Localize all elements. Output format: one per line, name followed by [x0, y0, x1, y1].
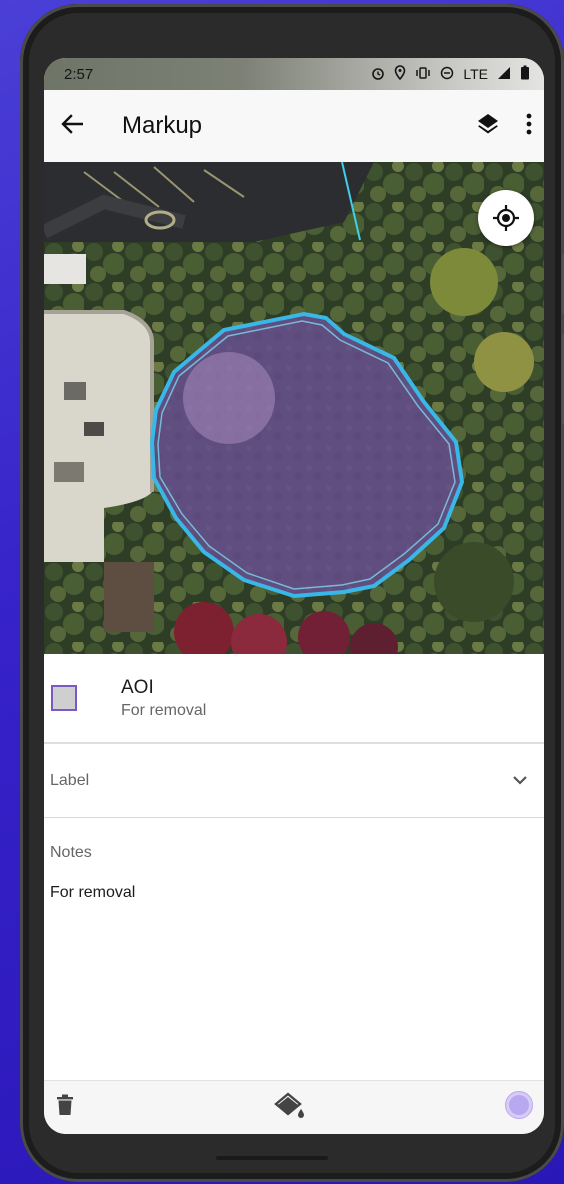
delete-button[interactable]: [56, 1094, 74, 1121]
fill-style-button[interactable]: [272, 1090, 306, 1125]
notes-label: Notes: [50, 844, 92, 861]
do-not-disturb-icon: [440, 66, 454, 83]
notes-input[interactable]: For removal: [50, 884, 538, 902]
satellite-imagery: [44, 162, 544, 654]
map-view[interactable]: [44, 162, 544, 654]
screen: 2:57 LTE Markup AOI For removal Label No…: [44, 58, 544, 1134]
locate-button[interactable]: [478, 190, 534, 246]
network-type: LTE: [463, 66, 488, 82]
app-bar-actions: [476, 112, 532, 141]
feature-name: AOI: [121, 676, 154, 698]
layers-button[interactable]: [476, 112, 500, 141]
more-vert-icon: [526, 113, 532, 134]
vibrate-icon: [415, 66, 431, 83]
status-time: 2:57: [64, 65, 94, 83]
layers-icon: [478, 113, 498, 133]
locate-icon: [493, 205, 519, 231]
feature-header[interactable]: AOI For removal: [44, 654, 544, 744]
color-picker-button[interactable]: [504, 1090, 534, 1125]
status-bar: 2:57 LTE: [44, 58, 544, 90]
page-title: Markup: [122, 112, 203, 139]
battery-icon: [520, 65, 530, 83]
alarm-icon: [371, 66, 385, 83]
notes-section[interactable]: Notes For removal: [44, 818, 544, 1080]
back-arrow-icon: [61, 113, 84, 139]
back-button[interactable]: [50, 104, 94, 148]
feature-subtitle: For removal: [121, 701, 207, 719]
paint-bucket-icon: [274, 1092, 304, 1118]
feature-text: AOI For removal: [121, 677, 206, 720]
bottom-toolbar: [44, 1080, 544, 1134]
trash-icon: [57, 1094, 73, 1115]
home-indicator[interactable]: [216, 1156, 328, 1160]
chevron-down-icon: [512, 772, 528, 790]
color-dot-icon: [505, 1091, 533, 1119]
label-field-text: Label: [50, 771, 90, 789]
label-dropdown[interactable]: Label: [44, 744, 544, 818]
feature-symbol-swatch[interactable]: [51, 685, 77, 711]
more-options-button[interactable]: [526, 113, 532, 140]
status-icons: LTE: [371, 65, 530, 83]
signal-icon: [497, 66, 511, 83]
app-bar: Markup: [44, 90, 544, 162]
location-pin-icon: [394, 65, 406, 83]
